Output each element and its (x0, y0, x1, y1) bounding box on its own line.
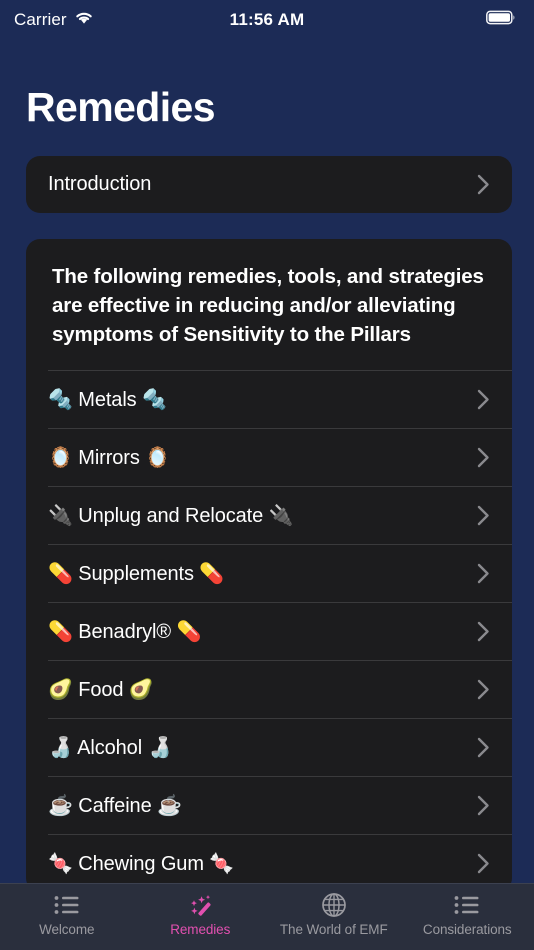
globe-icon (321, 892, 347, 918)
remedies-description: The following remedies, tools, and strat… (52, 265, 484, 346)
app-root: Carrier 11:56 AM Remedies Introduction T… (0, 0, 534, 950)
tab-remedies[interactable]: Remedies (134, 892, 268, 937)
tab-the-world-of-emf[interactable]: The World of EMF (267, 892, 401, 937)
carrier-label: Carrier (14, 10, 67, 29)
list-item-label: 💊 Benadryl® 💊 (48, 620, 202, 643)
chevron-right-icon (472, 678, 494, 700)
list-item-mirrors[interactable]: 🪞 Mirrors 🪞 (26, 429, 512, 486)
tab-bar: Welcome Remedies The World of EMF Consid… (0, 883, 534, 950)
list-item-chewing-gum[interactable]: 🍬 Chewing Gum 🍬 (26, 835, 512, 883)
list-item-caffeine[interactable]: ☕ Caffeine ☕ (26, 777, 512, 834)
list-item-supplements[interactable]: 💊 Supplements 💊 (26, 545, 512, 602)
tab-label: Remedies (170, 922, 231, 937)
list-item-label: 🪞 Mirrors 🪞 (48, 446, 171, 469)
list-item-label: 💊 Supplements 💊 (48, 562, 225, 585)
introduction-card: Introduction (26, 156, 512, 214)
list-item-label: 🔌 Unplug and Relocate 🔌 (48, 504, 294, 527)
magic-wand-icon (186, 892, 214, 918)
page-title: Remedies (26, 84, 216, 130)
tab-label: Considerations (422, 922, 512, 937)
list-item-label: ☕ Caffeine ☕ (48, 794, 182, 817)
chevron-right-icon (472, 174, 494, 196)
chevron-right-icon (472, 504, 494, 526)
status-bar-left: Carrier (14, 10, 94, 30)
tab-considerations[interactable]: Considerations (401, 892, 534, 937)
status-bar-right (486, 10, 516, 30)
chevron-right-icon (472, 446, 494, 468)
list-item-unplug-and-relocate[interactable]: 🔌 Unplug and Relocate 🔌 (26, 487, 512, 544)
chevron-right-icon (472, 620, 494, 642)
list-item-food[interactable]: 🥑 Food 🥑 (26, 661, 512, 718)
bulleted-list-icon (53, 892, 81, 918)
list-item-benadryl[interactable]: 💊 Benadryl® 💊 (26, 603, 512, 660)
introduction-label: Introduction (48, 173, 152, 196)
remedies-card: The following remedies, tools, and strat… (26, 239, 512, 883)
battery-full-icon (486, 10, 516, 30)
tab-label: The World of EMF (279, 922, 388, 937)
list-item-label: 🥑 Food 🥑 (48, 678, 154, 701)
list-item-metals[interactable]: 🔩 Metals 🔩 (26, 371, 512, 428)
chevron-right-icon (472, 736, 494, 758)
list-item-label: 🔩 Metals 🔩 (48, 388, 167, 411)
wifi-icon (74, 10, 94, 30)
chevron-right-icon (472, 562, 494, 584)
list-item-label: 🍶 Alcohol 🍶 (48, 736, 173, 759)
list-item-label: 🍬 Chewing Gum 🍬 (48, 852, 235, 875)
tab-welcome[interactable]: Welcome (0, 892, 134, 937)
status-bar: Carrier 11:56 AM (0, 0, 534, 40)
list-item-alcohol[interactable]: 🍶 Alcohol 🍶 (26, 719, 512, 776)
bulleted-list-icon (453, 892, 481, 918)
scroll-content[interactable]: Remedies Introduction The following reme… (0, 40, 534, 883)
chevron-right-icon (472, 852, 494, 874)
list-item-introduction[interactable]: Introduction (26, 156, 512, 213)
chevron-right-icon (472, 794, 494, 816)
tab-label: Welcome (39, 922, 95, 937)
chevron-right-icon (472, 388, 494, 410)
